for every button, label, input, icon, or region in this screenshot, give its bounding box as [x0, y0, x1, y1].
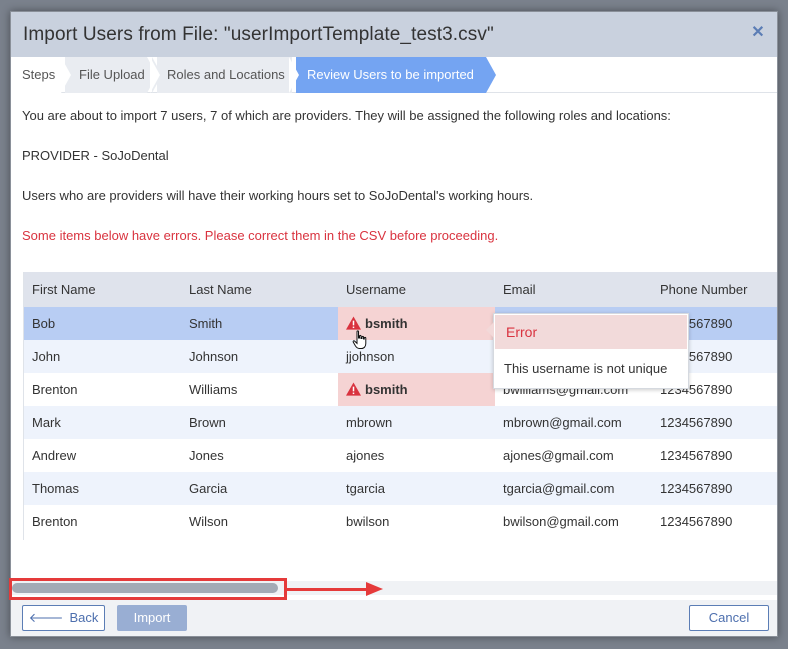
cell-last-name: Wilson [181, 505, 338, 538]
cell-first-name: Thomas [24, 472, 181, 505]
error-tooltip: Error This username is not unique [486, 313, 689, 389]
cell-email: tgarcia@gmail.com [495, 472, 652, 505]
column-header-phone-number[interactable]: Phone Number [652, 272, 777, 307]
username-value: bsmith [365, 382, 408, 397]
step-separator [150, 57, 160, 93]
dialog-title: Import Users from File: "userImportTempl… [23, 23, 494, 45]
dialog-header: Import Users from File: "userImportTempl… [11, 12, 777, 57]
step-review-users[interactable]: Review Users to be imported [296, 57, 486, 93]
cell-username-error[interactable]: bsmith [338, 373, 495, 406]
cell-last-name: Williams [181, 373, 338, 406]
step-label: Roles and Locations [167, 67, 285, 82]
tooltip-title: Error [495, 315, 687, 349]
cell-first-name: Brenton [24, 505, 181, 538]
arrow-left-icon: 🡐 [28, 610, 64, 625]
table-row[interactable]: Thomas Garcia tgarcia tgarcia@gmail.com … [24, 472, 777, 505]
tooltip-message: This username is not unique [504, 361, 668, 376]
error-message: Some items below have errors. Please cor… [22, 228, 499, 243]
annotation-highlight-box [9, 578, 287, 600]
column-header-first-name[interactable]: First Name [24, 272, 181, 307]
table-header-row: First Name Last Name Username Email Phon… [24, 272, 777, 307]
hand-cursor-icon [352, 330, 367, 349]
back-button[interactable]: 🡐 Back [22, 605, 105, 631]
cell-last-name: Brown [181, 406, 338, 439]
cell-phone: 1234567890 [652, 505, 777, 538]
column-header-last-name[interactable]: Last Name [181, 272, 338, 307]
users-table: First Name Last Name Username Email Phon… [24, 272, 777, 538]
import-button[interactable]: Import [117, 605, 187, 631]
cell-first-name: Bob [24, 307, 181, 340]
close-icon[interactable]: ✕ [749, 24, 767, 42]
cell-phone: 1234567890 [652, 406, 777, 439]
table-row[interactable]: Andrew Jones ajones ajones@gmail.com 123… [24, 439, 777, 472]
column-header-email[interactable]: Email [495, 272, 652, 307]
import-summary-text: You are about to import 7 users, 7 of wh… [22, 108, 671, 123]
cell-last-name: Smith [181, 307, 338, 340]
warning-icon [346, 382, 361, 396]
step-roles-and-locations[interactable]: Roles and Locations [157, 57, 292, 93]
cell-username: bwilson [338, 505, 495, 538]
cell-first-name: Andrew [24, 439, 181, 472]
step-label: File Upload [79, 67, 145, 82]
cell-email: mbrown@gmail.com [495, 406, 652, 439]
cell-last-name: Johnson [181, 340, 338, 373]
review-content: You are about to import 7 users, 7 of wh… [11, 107, 777, 245]
cell-email: ajones@gmail.com [495, 439, 652, 472]
cell-phone: 1234567890 [652, 472, 777, 505]
cell-username: tgarcia [338, 472, 495, 505]
dialog-footer: 🡐 Back Import Cancel [11, 600, 777, 636]
step-label: Review Users to be imported [307, 67, 474, 82]
cancel-button[interactable]: Cancel [689, 605, 769, 631]
annotation-arrow-line [287, 588, 367, 591]
step-file-upload[interactable]: File Upload [65, 57, 147, 93]
step-active-arrow [486, 57, 496, 93]
step-separator [289, 57, 299, 93]
cell-first-name: Mark [24, 406, 181, 439]
cell-username: mbrown [338, 406, 495, 439]
username-value: bsmith [365, 316, 408, 331]
column-header-username[interactable]: Username [338, 272, 495, 307]
role-location-text: PROVIDER - SoJoDental [22, 148, 169, 163]
annotation-arrowhead [366, 582, 383, 596]
table-row[interactable]: Mark Brown mbrown mbrown@gmail.com 12345… [24, 406, 777, 439]
cell-last-name: Jones [181, 439, 338, 472]
tooltip-pointer [486, 322, 494, 338]
cell-last-name: Garcia [181, 472, 338, 505]
table-row[interactable]: Brenton Wilson bwilson bwilson@gmail.com… [24, 505, 777, 538]
cell-phone: 1234567890 [652, 439, 777, 472]
cell-first-name: Brenton [24, 373, 181, 406]
back-label: Back [69, 610, 99, 625]
cell-email: bwilson@gmail.com [495, 505, 652, 538]
step-separator [61, 57, 71, 93]
warning-icon [346, 316, 361, 330]
cell-username: ajones [338, 439, 495, 472]
working-hours-note: Users who are providers will have their … [22, 188, 534, 203]
steps-bar: Steps File Upload Roles and Locations Re… [11, 57, 777, 93]
cell-first-name: John [24, 340, 181, 373]
steps-label: Steps [11, 57, 61, 93]
